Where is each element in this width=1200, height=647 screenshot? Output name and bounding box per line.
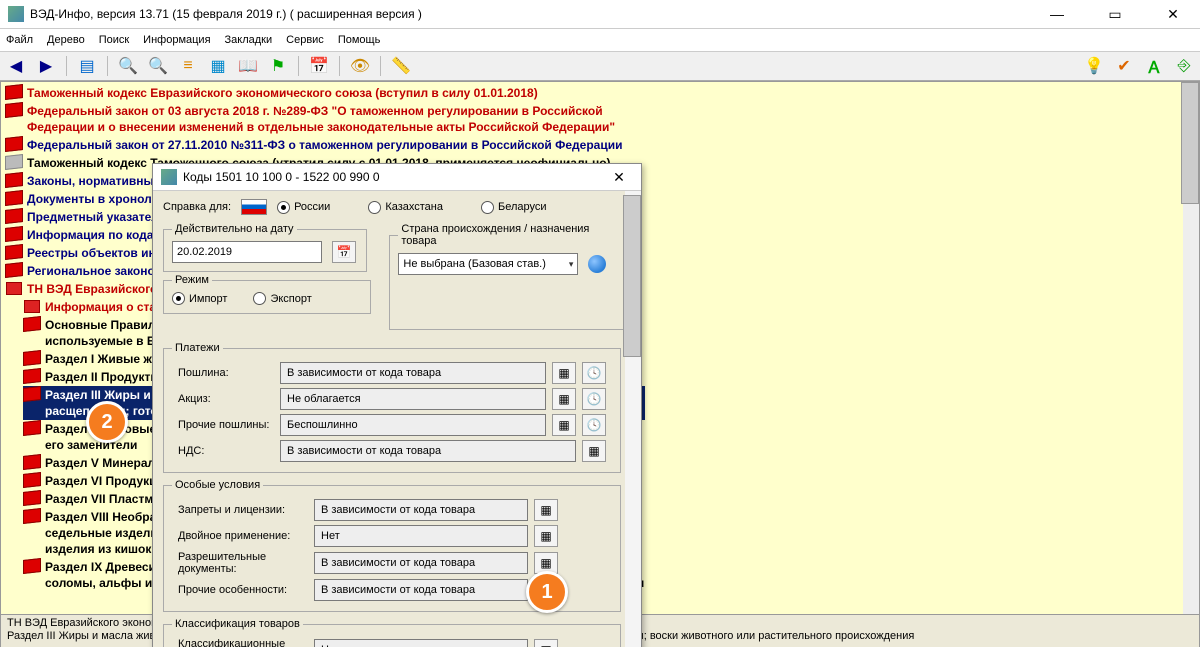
menu-service[interactable]: Сервис <box>286 34 324 46</box>
info-icon[interactable]: ▦ <box>552 362 576 384</box>
globe-icon[interactable] <box>588 255 606 273</box>
ref-label: Справка для: <box>163 201 231 213</box>
other-duties-value: Беспошлинно <box>280 414 546 436</box>
tree-item[interactable]: Федеральный закон от 03 августа 2018 г. … <box>5 102 645 136</box>
origin-legend: Страна происхождения / назначения товара <box>398 223 624 247</box>
menu-bookmarks[interactable]: Закладки <box>225 34 273 46</box>
vat-value: В зависимости от кода товара <box>280 440 576 462</box>
calendar-picker-icon[interactable]: 📅 <box>332 241 356 263</box>
origin-combo[interactable]: Не выбрана (Базовая став.)▾ <box>398 253 578 275</box>
payments-legend: Платежи <box>172 342 223 354</box>
codes-dialog: Коды 1501 10 100 0 - 1522 00 990 0 ✕ Спр… <box>152 163 642 647</box>
menu-tree[interactable]: Дерево <box>47 34 85 46</box>
dialog-close-button[interactable]: ✕ <box>605 169 633 186</box>
letter-icon[interactable]: Ａ <box>1144 56 1164 76</box>
radio-kazakhstan[interactable]: Казахстана <box>368 201 443 214</box>
rate-icon[interactable]: 🕓 <box>582 388 606 410</box>
classification-legend: Классификация товаров <box>172 618 303 630</box>
duty-value: В зависимости от кода товара <box>280 362 546 384</box>
forward-icon[interactable]: ▶ <box>36 56 56 76</box>
flag-ru-icon <box>241 199 267 215</box>
excise-value: Не облагается <box>280 388 546 410</box>
toolbar: ◀ ▶ ▤ 🔍 🔍 ≡ ▦ 📖 ⚑ 📅 👁 📏 💡 ✔ Ａ ⎆ <box>0 52 1200 81</box>
info-icon[interactable]: ▦ <box>552 414 576 436</box>
menu-search[interactable]: Поиск <box>99 34 129 46</box>
info-icon[interactable]: ▦ <box>534 499 558 521</box>
dialog-icon <box>161 169 177 185</box>
scrollbar[interactable] <box>1183 82 1199 647</box>
dialog-title: Коды 1501 10 100 0 - 1522 00 990 0 <box>183 170 605 184</box>
radio-russia[interactable]: России <box>277 201 330 214</box>
info-icon[interactable]: ▦ <box>534 639 558 647</box>
calendar-icon[interactable]: 📅 <box>309 56 329 76</box>
date-input[interactable]: 20.02.2019 <box>172 241 322 263</box>
book-icon[interactable]: 📖 <box>238 56 258 76</box>
minimize-button[interactable]: — <box>1038 6 1076 23</box>
zoom-icon[interactable]: 🔍 <box>118 56 138 76</box>
header-icon[interactable]: ▦ <box>208 56 228 76</box>
maximize-button[interactable]: ▭ <box>1096 6 1134 23</box>
check-icon[interactable]: ✔ <box>1114 56 1134 76</box>
callout-1: 1 <box>526 571 568 613</box>
conditions-legend: Особые условия <box>172 479 263 491</box>
menu-help[interactable]: Помощь <box>338 34 381 46</box>
dialog-scrollbar[interactable] <box>625 191 641 647</box>
ruler-icon[interactable]: 📏 <box>391 56 411 76</box>
callout-2: 2 <box>86 401 128 443</box>
back-icon[interactable]: ◀ <box>6 56 26 76</box>
rate-icon[interactable]: 🕓 <box>582 414 606 436</box>
doc-icon[interactable]: ▤ <box>77 56 97 76</box>
info-icon[interactable]: ▦ <box>582 440 606 462</box>
tree-item[interactable]: Федеральный закон от 27.11.2010 №311-ФЗ … <box>5 136 645 154</box>
bulb-icon[interactable]: 💡 <box>1084 56 1104 76</box>
titlebar: ВЭД-Инфо, версия 13.71 (15 февраля 2019 … <box>0 0 1200 29</box>
chevron-down-icon: ▾ <box>569 259 574 270</box>
tree-item[interactable]: Таможенный кодекс Евразийского экономиче… <box>5 84 645 102</box>
rate-icon[interactable]: 🕓 <box>582 362 606 384</box>
flag-icon[interactable]: ⚑ <box>268 56 288 76</box>
close-button[interactable]: ✕ <box>1154 6 1192 23</box>
mode-legend: Режим <box>172 274 212 286</box>
app-icon <box>8 6 24 22</box>
exit-icon[interactable]: ⎆ <box>1174 56 1194 76</box>
window-title: ВЭД-Инфо, версия 13.71 (15 февраля 2019 … <box>30 7 1038 21</box>
radio-belarus[interactable]: Беларуси <box>481 201 547 214</box>
signal-icon[interactable]: ≡ <box>178 56 198 76</box>
info-icon[interactable]: ▦ <box>534 525 558 547</box>
radio-export[interactable]: Экспорт <box>253 292 311 305</box>
menu-info[interactable]: Информация <box>143 34 210 46</box>
radio-import[interactable]: Импорт <box>172 292 227 305</box>
date-legend: Действительно на дату <box>172 223 297 235</box>
info-icon[interactable]: ▦ <box>552 388 576 410</box>
eye-icon[interactable]: 👁 <box>350 56 370 76</box>
menubar: Файл Дерево Поиск Информация Закладки Се… <box>0 29 1200 52</box>
menu-file[interactable]: Файл <box>6 34 33 46</box>
zoom2-icon[interactable]: 🔍 <box>148 56 168 76</box>
